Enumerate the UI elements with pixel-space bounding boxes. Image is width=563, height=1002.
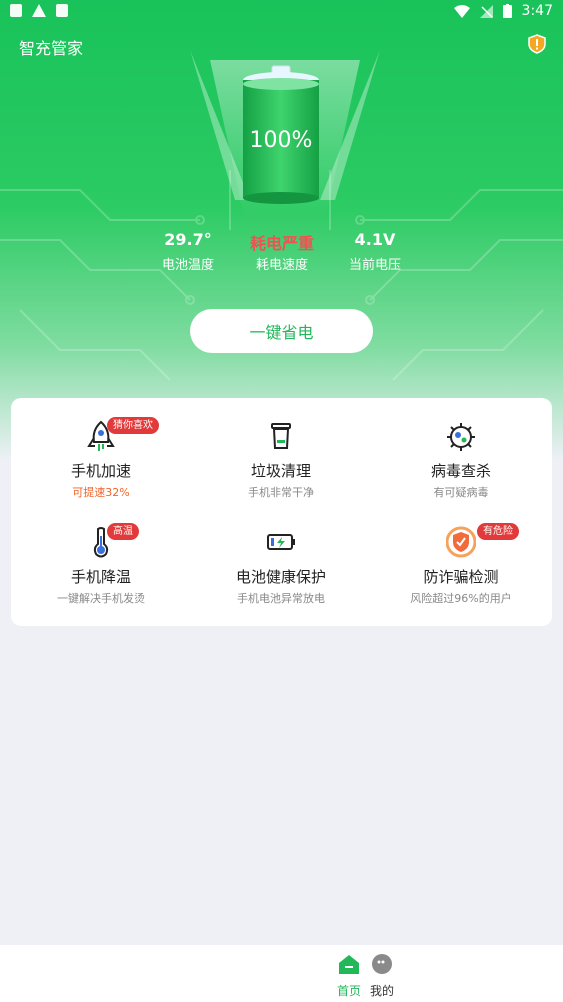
feature-title: 垃圾清理 xyxy=(250,462,311,480)
warning-notification-icon xyxy=(32,4,46,17)
battery-percent: 100% xyxy=(249,128,313,153)
bottom-tab-bar: 首页 我的 xyxy=(0,945,563,1002)
feature-title: 病毒查杀 xyxy=(430,462,491,480)
feature-phone-cooling[interactable]: 高温 手机降温 一键解决手机发烫 xyxy=(11,504,191,605)
feature-phone-boost[interactable]: 猜你喜欢 手机加速 可提速32% xyxy=(11,398,191,499)
home-icon xyxy=(339,955,359,974)
signal-icon xyxy=(479,4,493,18)
tab-profile[interactable]: 我的 xyxy=(365,953,399,999)
app-notification-icon xyxy=(56,4,68,17)
feature-subtitle: 手机电池异常放电 xyxy=(237,592,325,605)
profile-icon xyxy=(372,954,392,974)
feature-junk-clean[interactable]: 垃圾清理 手机非常干净 xyxy=(191,398,371,499)
feature-badge: 高温 xyxy=(107,523,139,540)
stat-value: 4.1V xyxy=(354,230,396,249)
feature-fraud-detect[interactable]: 有危险 防诈骗检测 风险超过96%的用户 xyxy=(371,504,551,605)
tab-label: 我的 xyxy=(369,984,394,998)
feature-subtitle: 手机非常干净 xyxy=(248,486,314,499)
clock: 3:47 xyxy=(521,3,553,19)
alert-shield-icon[interactable] xyxy=(527,34,547,54)
one-key-save-button[interactable]: 一键省电 xyxy=(190,309,373,353)
battery-status-icon xyxy=(502,4,512,18)
feature-subtitle: 有可疑病毒 xyxy=(433,486,489,499)
feature-grid: 猜你喜欢 手机加速 可提速32% 垃圾清理 手机非常干净 病毒查杀 有可疑病毒 xyxy=(11,398,552,626)
feature-virus-scan[interactable]: 病毒查杀 有可疑病毒 xyxy=(371,398,551,499)
feature-subtitle: 一键解决手机发烫 xyxy=(57,592,145,605)
feature-title: 手机降温 xyxy=(70,568,131,586)
feature-title: 电池健康保护 xyxy=(235,568,326,586)
feature-badge: 有危险 xyxy=(477,523,519,540)
app-title: 智充管家 xyxy=(19,39,84,58)
feature-badge: 猜你喜欢 xyxy=(107,417,159,434)
tab-home[interactable]: 首页 xyxy=(332,953,366,999)
virus-icon xyxy=(447,423,475,451)
stat-voltage: 4.1V 当前电压 xyxy=(320,230,430,273)
trash-icon xyxy=(271,423,291,449)
stat-label: 当前电压 xyxy=(348,258,401,273)
shield-check-icon xyxy=(446,526,476,558)
feature-subtitle: 风险超过96%的用户 xyxy=(410,592,512,605)
download-notification-icon xyxy=(10,4,22,17)
feature-battery-health[interactable]: 电池健康保护 手机电池异常放电 xyxy=(191,504,371,605)
feature-title: 手机加速 xyxy=(70,462,131,480)
battery-charge-icon xyxy=(267,534,295,550)
status-bar: 3:47 xyxy=(0,0,563,24)
wifi-icon xyxy=(453,4,470,18)
tab-label: 首页 xyxy=(336,984,361,998)
feature-subtitle: 可提速32% xyxy=(72,486,130,499)
feature-title: 防诈骗检测 xyxy=(423,568,499,586)
